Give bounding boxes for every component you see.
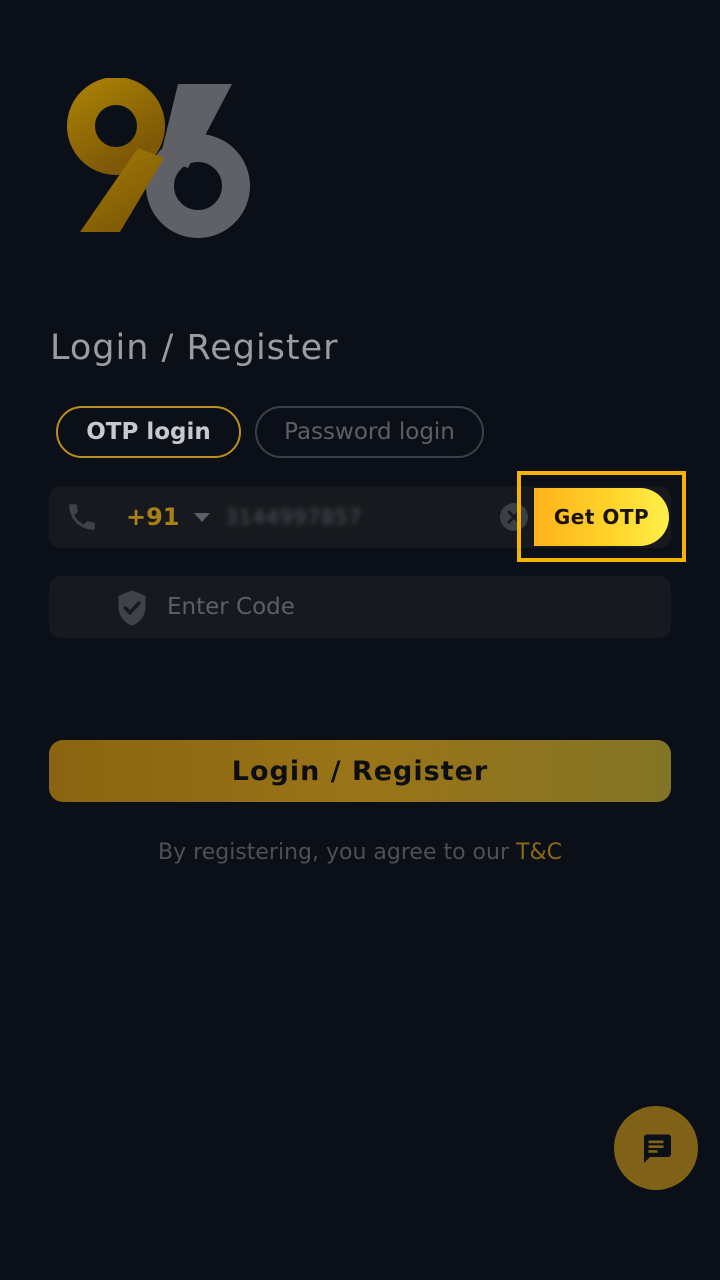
tab-password-login[interactable]: Password login (255, 406, 484, 458)
chat-button[interactable] (614, 1106, 698, 1190)
terms-notice: By registering, you agree to our T&C (0, 840, 720, 865)
code-field[interactable] (49, 576, 671, 638)
login-register-button[interactable]: Login / Register (49, 740, 671, 802)
login-screen: Login / Register OTP login Password logi… (0, 0, 720, 1280)
phone-number-value[interactable]: 3144997857 (225, 505, 362, 529)
chevron-down-icon[interactable] (194, 513, 210, 522)
tab-otp-login[interactable]: OTP login (56, 406, 241, 458)
tab-otp-login-label: OTP login (86, 419, 211, 445)
terms-link[interactable]: T&C (516, 840, 562, 865)
terms-text: By registering, you agree to our (158, 840, 516, 865)
get-otp-button[interactable]: Get OTP (534, 488, 669, 546)
shield-check-icon (118, 590, 146, 626)
app-logo (67, 78, 250, 238)
tab-password-login-label: Password login (284, 419, 455, 445)
page-title: Login / Register (50, 328, 339, 368)
phone-icon (69, 504, 95, 530)
code-input[interactable] (167, 587, 647, 627)
country-code[interactable]: +91 (126, 503, 180, 531)
chat-icon (644, 1134, 671, 1163)
